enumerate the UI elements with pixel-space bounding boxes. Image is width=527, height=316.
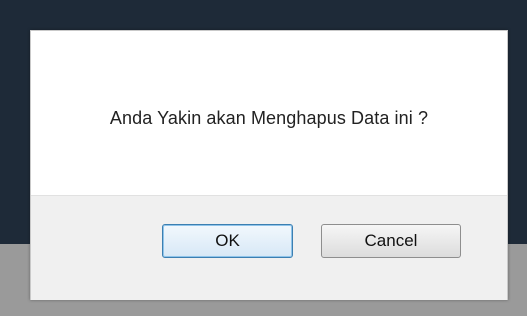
- ok-button[interactable]: OK: [162, 224, 293, 258]
- dialog-message: Anda Yakin akan Menghapus Data ini ?: [109, 107, 429, 128]
- confirm-dialog: Anda Yakin akan Menghapus Data ini ? OK …: [30, 30, 508, 300]
- dialog-body: Anda Yakin akan Menghapus Data ini ?: [31, 31, 507, 195]
- dialog-footer: OK Cancel: [31, 195, 507, 300]
- cancel-button[interactable]: Cancel: [321, 224, 461, 258]
